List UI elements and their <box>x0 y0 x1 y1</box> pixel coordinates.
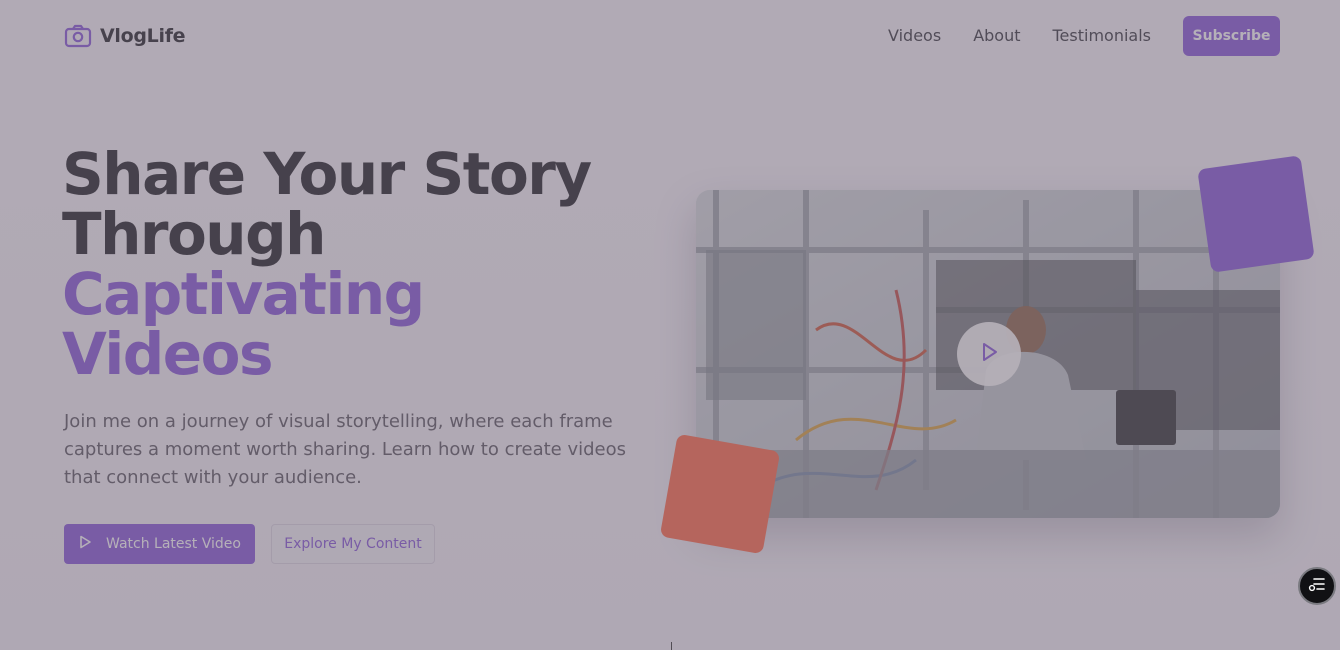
nav-about-link[interactable]: About <box>973 16 1020 56</box>
decorative-purple-square <box>1197 155 1315 273</box>
decorative-coral-square <box>659 433 781 555</box>
hero-title-accent-line-2: Videos <box>62 320 273 388</box>
play-icon <box>978 341 1000 368</box>
chat-icon <box>1308 576 1326 597</box>
camera-icon <box>64 22 92 50</box>
brand-logo[interactable]: VlogLife <box>64 22 186 50</box>
section-divider <box>671 642 672 650</box>
landing-page: VlogLife Videos About Testimonials Subsc… <box>0 0 1340 650</box>
hero-title-line-2: Through <box>62 200 326 268</box>
hero-description: Join me on a journey of visual storytell… <box>64 411 626 488</box>
brand-name: VlogLife <box>100 25 186 47</box>
nav-testimonials-link[interactable]: Testimonials <box>1053 16 1152 56</box>
subscribe-button[interactable]: Subscribe <box>1183 16 1280 56</box>
watch-latest-video-label: Watch Latest Video <box>106 536 241 552</box>
explore-content-button[interactable]: Explore My Content <box>271 524 435 564</box>
site-header: VlogLife Videos About Testimonials Subsc… <box>0 0 1340 72</box>
nav-videos-link[interactable]: Videos <box>888 16 941 56</box>
hero-title: Share Your Story Through Captivating Vid… <box>62 144 662 384</box>
video-play-button[interactable] <box>957 322 1021 386</box>
hero-title-accent-line-1: Captivating <box>62 260 425 328</box>
hero-title-line-1: Share Your Story <box>62 140 592 208</box>
chat-button[interactable] <box>1298 567 1336 605</box>
main-nav: Videos About Testimonials Subscribe <box>888 16 1280 56</box>
play-icon <box>78 535 92 553</box>
watch-latest-video-button[interactable]: Watch Latest Video <box>64 524 255 564</box>
